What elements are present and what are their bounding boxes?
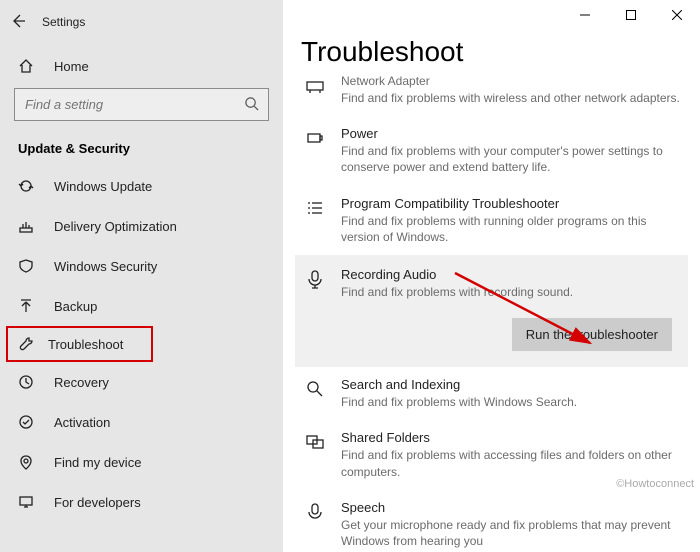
sidebar-item-label: Activation <box>54 415 110 430</box>
troubleshoot-item-power[interactable]: Power Find and fix problems with your co… <box>301 116 688 185</box>
main-pane: Troubleshoot Network Adapter Find and fi… <box>283 0 700 552</box>
search-input[interactable] <box>14 88 269 121</box>
troubleshoot-item-desc: Find and fix problems with Windows Searc… <box>341 394 688 410</box>
troubleshoot-item-desc: Find and fix problems with recording sou… <box>341 284 680 300</box>
sidebar-item-find-my-device[interactable]: Find my device <box>0 442 283 482</box>
sidebar-item-for-developers[interactable]: For developers <box>0 482 283 522</box>
troubleshoot-item-title: Program Compatibility Troubleshooter <box>341 196 688 211</box>
shared-folders-icon <box>301 432 329 479</box>
sidebar-item-label: Delivery Optimization <box>54 219 177 234</box>
sidebar-item-label: For developers <box>54 495 141 510</box>
sidebar-item-activation[interactable]: Activation <box>0 402 283 442</box>
troubleshoot-item-recording-audio[interactable]: Recording Audio Find and fix problems wi… <box>295 255 688 318</box>
shield-icon <box>18 258 34 274</box>
location-icon <box>18 454 34 470</box>
troubleshoot-item-title: Search and Indexing <box>341 377 688 392</box>
app-title: Settings <box>42 15 85 29</box>
watermark: ©Howtoconnect <box>616 478 694 490</box>
sidebar-item-recovery[interactable]: Recovery <box>0 362 283 402</box>
microphone-icon <box>301 269 329 300</box>
backup-icon <box>18 298 34 314</box>
page-title: Troubleshoot <box>301 36 688 68</box>
sidebar-item-label: Troubleshoot <box>48 337 123 352</box>
troubleshoot-item-desc: Find and fix problems with accessing fil… <box>341 447 688 479</box>
delivery-icon <box>18 218 34 234</box>
sidebar-item-label: Backup <box>54 299 97 314</box>
sidebar-item-label: Windows Update <box>54 179 152 194</box>
activation-icon <box>18 414 34 430</box>
sidebar-item-label: Windows Security <box>54 259 157 274</box>
sidebar-item-windows-update[interactable]: Windows Update <box>0 166 283 206</box>
troubleshoot-item-title: Shared Folders <box>341 430 688 445</box>
close-button[interactable] <box>654 0 700 30</box>
sidebar-item-home[interactable]: Home <box>0 46 283 86</box>
back-icon[interactable] <box>10 13 26 32</box>
network-icon <box>301 76 329 106</box>
search-indexing-icon <box>301 379 329 410</box>
troubleshoot-item-desc: Get your microphone ready and fix proble… <box>341 517 688 549</box>
sidebar-section-header: Update & Security <box>0 121 283 166</box>
sidebar-item-label: Home <box>54 59 89 74</box>
sidebar-item-label: Recovery <box>54 375 109 390</box>
troubleshoot-item-title: Network Adapter <box>341 74 688 88</box>
troubleshoot-item-title: Recording Audio <box>341 267 680 282</box>
wrench-icon <box>18 336 34 352</box>
troubleshoot-item-search-indexing[interactable]: Search and Indexing Find and fix problem… <box>301 367 688 420</box>
search-box <box>14 88 269 121</box>
sidebar-item-backup[interactable]: Backup <box>0 286 283 326</box>
sync-icon <box>18 178 34 194</box>
sidebar: Settings Home Update & Security Windows … <box>0 0 283 552</box>
developers-icon <box>18 494 34 510</box>
home-icon <box>18 58 34 74</box>
maximize-button[interactable] <box>608 0 654 30</box>
sidebar-item-label: Find my device <box>54 455 141 470</box>
run-button-row: Run the troubleshooter <box>295 318 688 367</box>
speech-icon <box>301 502 329 549</box>
troubleshoot-item-desc: Find and fix problems with running older… <box>341 213 688 245</box>
sidebar-item-delivery-optimization[interactable]: Delivery Optimization <box>0 206 283 246</box>
power-icon <box>301 128 329 175</box>
minimize-button[interactable] <box>562 0 608 30</box>
troubleshoot-item-title: Power <box>341 126 688 141</box>
search-icon <box>244 96 259 114</box>
run-troubleshooter-button[interactable]: Run the troubleshooter <box>512 318 672 351</box>
window-controls <box>562 0 700 30</box>
troubleshoot-item-desc: Find and fix problems with your computer… <box>341 143 688 175</box>
troubleshoot-item-speech[interactable]: Speech Get your microphone ready and fix… <box>301 490 688 552</box>
troubleshoot-item-desc: Find and fix problems with wireless and … <box>341 90 688 106</box>
sidebar-item-windows-security[interactable]: Windows Security <box>0 246 283 286</box>
recovery-icon <box>18 374 34 390</box>
troubleshoot-item-network-adapter[interactable]: Network Adapter Find and fix problems wi… <box>301 74 688 116</box>
troubleshoot-item-program-compatibility[interactable]: Program Compatibility Troubleshooter Fin… <box>301 186 688 255</box>
sidebar-item-troubleshoot[interactable]: Troubleshoot <box>6 326 153 362</box>
program-icon <box>301 198 329 245</box>
troubleshoot-item-title: Speech <box>341 500 688 515</box>
